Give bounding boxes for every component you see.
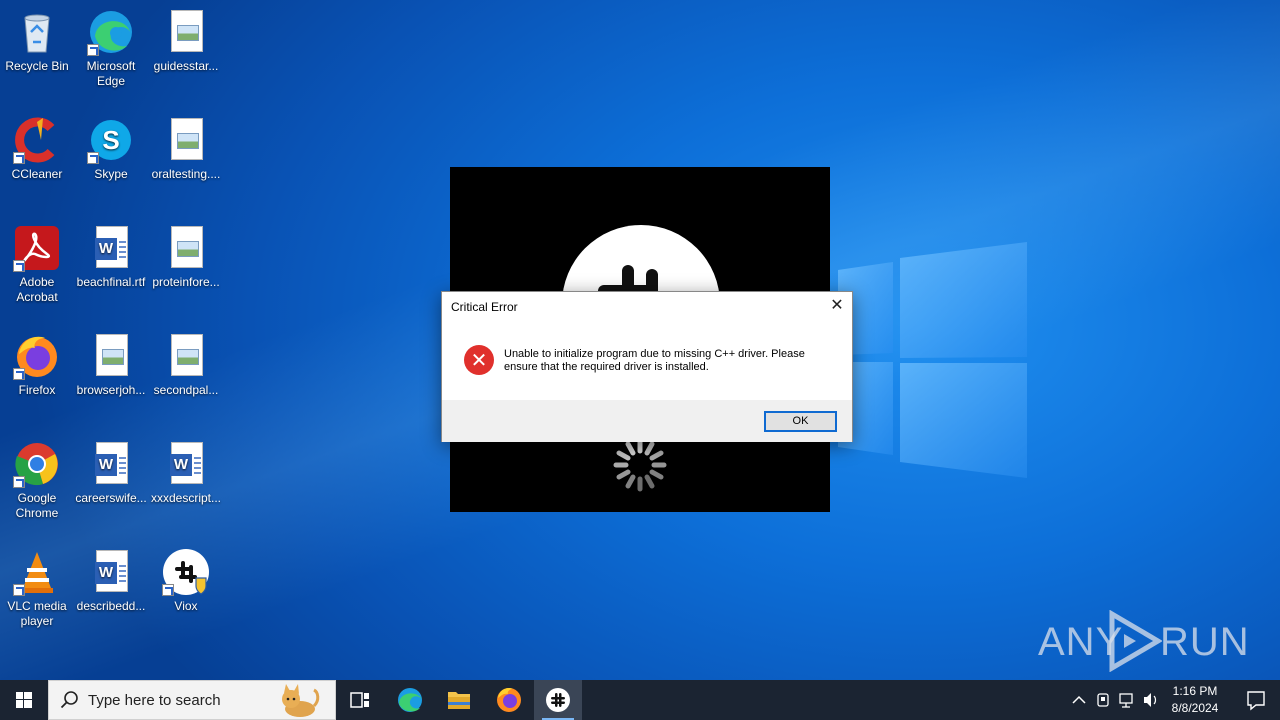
edge-icon: [87, 8, 135, 56]
desktop-icon-google-chrome[interactable]: Google Chrome: [0, 440, 75, 521]
shortcut-arrow-icon: [13, 260, 25, 272]
desktop-icon-microsoft-edge[interactable]: Microsoft Edge: [73, 8, 149, 89]
word-doc-icon: W: [87, 224, 135, 272]
icon-label: Recycle Bin: [5, 59, 69, 73]
edge-icon: [398, 688, 422, 712]
windows-start-icon: [16, 692, 32, 708]
taskbar-clock[interactable]: 1:16 PM 8/8/2024: [1160, 683, 1230, 717]
firefox-icon: [13, 332, 61, 380]
task-view-button[interactable]: [336, 680, 384, 720]
tray-icons: [1072, 693, 1157, 708]
shortcut-arrow-icon: [13, 584, 25, 596]
chrome-icon: [13, 440, 61, 488]
shortcut-arrow-icon: [87, 152, 99, 164]
loading-spinner-icon: [613, 438, 667, 492]
icon-label: careerswife...: [75, 491, 147, 505]
word-doc-icon: W: [162, 440, 210, 488]
icon-label: Adobe Acrobat: [16, 275, 58, 304]
icon-label: Firefox: [18, 383, 56, 397]
icon-label: proteinfore...: [152, 275, 220, 289]
watermark-run: RUN: [1160, 620, 1250, 664]
search-icon: [60, 691, 78, 709]
word-doc-icon: W: [87, 548, 135, 596]
taskbar: Type here to search 1:16 PM 8/8/2024: [0, 680, 1280, 720]
slack-icon: [546, 688, 570, 712]
close-icon[interactable]: ✕: [823, 293, 851, 319]
image-file-icon: [162, 332, 210, 380]
ok-button[interactable]: OK: [764, 411, 837, 432]
image-file-icon: [162, 116, 210, 164]
icon-label: Microsoft Edge: [86, 59, 136, 88]
dialog-message: Unable to initialize program due to miss…: [504, 348, 805, 373]
desktop-icon-beachfinal[interactable]: W beachfinal.rtf: [73, 224, 149, 290]
taskbar-firefox[interactable]: [485, 680, 533, 720]
icon-label: beachfinal.rtf: [76, 275, 146, 289]
shortcut-arrow-icon: [13, 152, 25, 164]
action-center-button[interactable]: [1232, 680, 1280, 720]
folder-icon: [448, 692, 470, 709]
system-tray: [1066, 680, 1160, 720]
image-file-icon: [162, 224, 210, 272]
desktop-icon-browserjoh[interactable]: browserjoh...: [73, 332, 149, 398]
error-icon: ✕: [464, 345, 494, 375]
critical-error-dialog: Critical Error ✕ ✕ Unable to initialize …: [441, 291, 853, 442]
icon-label: guidesstar...: [153, 59, 219, 73]
icon-label: Skype: [94, 167, 128, 181]
dialog-footer: OK: [442, 400, 852, 442]
svg-text:S: S: [102, 125, 119, 155]
clock-time: 1:16 PM: [1172, 684, 1218, 698]
icon-label: browserjoh...: [76, 383, 146, 397]
desktop-icon-viox[interactable]: Viox: [148, 548, 224, 614]
notification-icon: [1247, 691, 1265, 711]
image-file-icon: [162, 8, 210, 56]
desktop-icon-vlc-media-player[interactable]: VLC media player: [0, 548, 75, 629]
anyrun-watermark: ANY RUN: [1038, 610, 1249, 672]
shortcut-arrow-icon: [13, 476, 25, 488]
taskbar-file-explorer[interactable]: [435, 680, 483, 720]
taskbar-search-box[interactable]: Type here to search: [48, 680, 336, 720]
icon-label: Viox: [174, 599, 198, 613]
ccleaner-icon: [13, 116, 61, 164]
icon-label: oraltesting....: [151, 167, 221, 181]
icon-label: describedd...: [76, 599, 146, 613]
desktop-icon-careerswife[interactable]: W careerswife...: [73, 440, 149, 506]
search-placeholder: Type here to search: [88, 692, 221, 709]
search-highlight-cat-icon: [282, 684, 320, 717]
acrobat-icon: [13, 224, 61, 272]
desktop-icon-proteinfore[interactable]: proteinfore...: [148, 224, 224, 290]
desktop-icon-skype[interactable]: S Skype: [73, 116, 149, 182]
taskbar-edge[interactable]: [386, 680, 434, 720]
desktop-icon-describedd[interactable]: W describedd...: [73, 548, 149, 614]
viox-slack-icon: [162, 548, 210, 596]
vlc-icon: [13, 548, 61, 596]
desktop-icon-guidesstar[interactable]: guidesstar...: [148, 8, 224, 74]
firefox-icon: [497, 688, 521, 712]
recycle-bin-icon: [13, 8, 61, 56]
desktop-icon-secondpal[interactable]: secondpal...: [148, 332, 224, 398]
play-logo-icon: [1109, 610, 1162, 672]
desktop-icon-ccleaner[interactable]: CCleaner: [0, 116, 75, 182]
desktop-icon-xxxdescript[interactable]: W xxxdescript...: [148, 440, 224, 506]
desktop-icon-recycle-bin[interactable]: Recycle Bin: [0, 8, 75, 74]
desktop-icon-firefox[interactable]: Firefox: [0, 332, 75, 398]
image-file-icon: [87, 332, 135, 380]
icon-label: CCleaner: [11, 167, 63, 181]
desktop-icon-oraltesting[interactable]: oraltesting....: [148, 116, 224, 182]
icon-label: Google Chrome: [15, 491, 59, 520]
task-view-icon: [350, 692, 369, 708]
word-doc-icon: W: [87, 440, 135, 488]
icon-label: secondpal...: [153, 383, 219, 397]
shortcut-arrow-icon: [162, 584, 174, 596]
desktop-icon-adobe-acrobat[interactable]: Adobe Acrobat: [0, 224, 75, 305]
clock-date: 8/8/2024: [1171, 701, 1219, 715]
shortcut-arrow-icon: [87, 44, 99, 56]
skype-icon: S: [87, 116, 135, 164]
dialog-title: Critical Error: [451, 300, 518, 314]
taskbar-viox-app[interactable]: [534, 680, 582, 720]
icon-label: VLC media player: [7, 599, 67, 628]
start-button[interactable]: [0, 680, 48, 720]
shortcut-arrow-icon: [13, 368, 25, 380]
icon-label: xxxdescript...: [150, 491, 222, 505]
